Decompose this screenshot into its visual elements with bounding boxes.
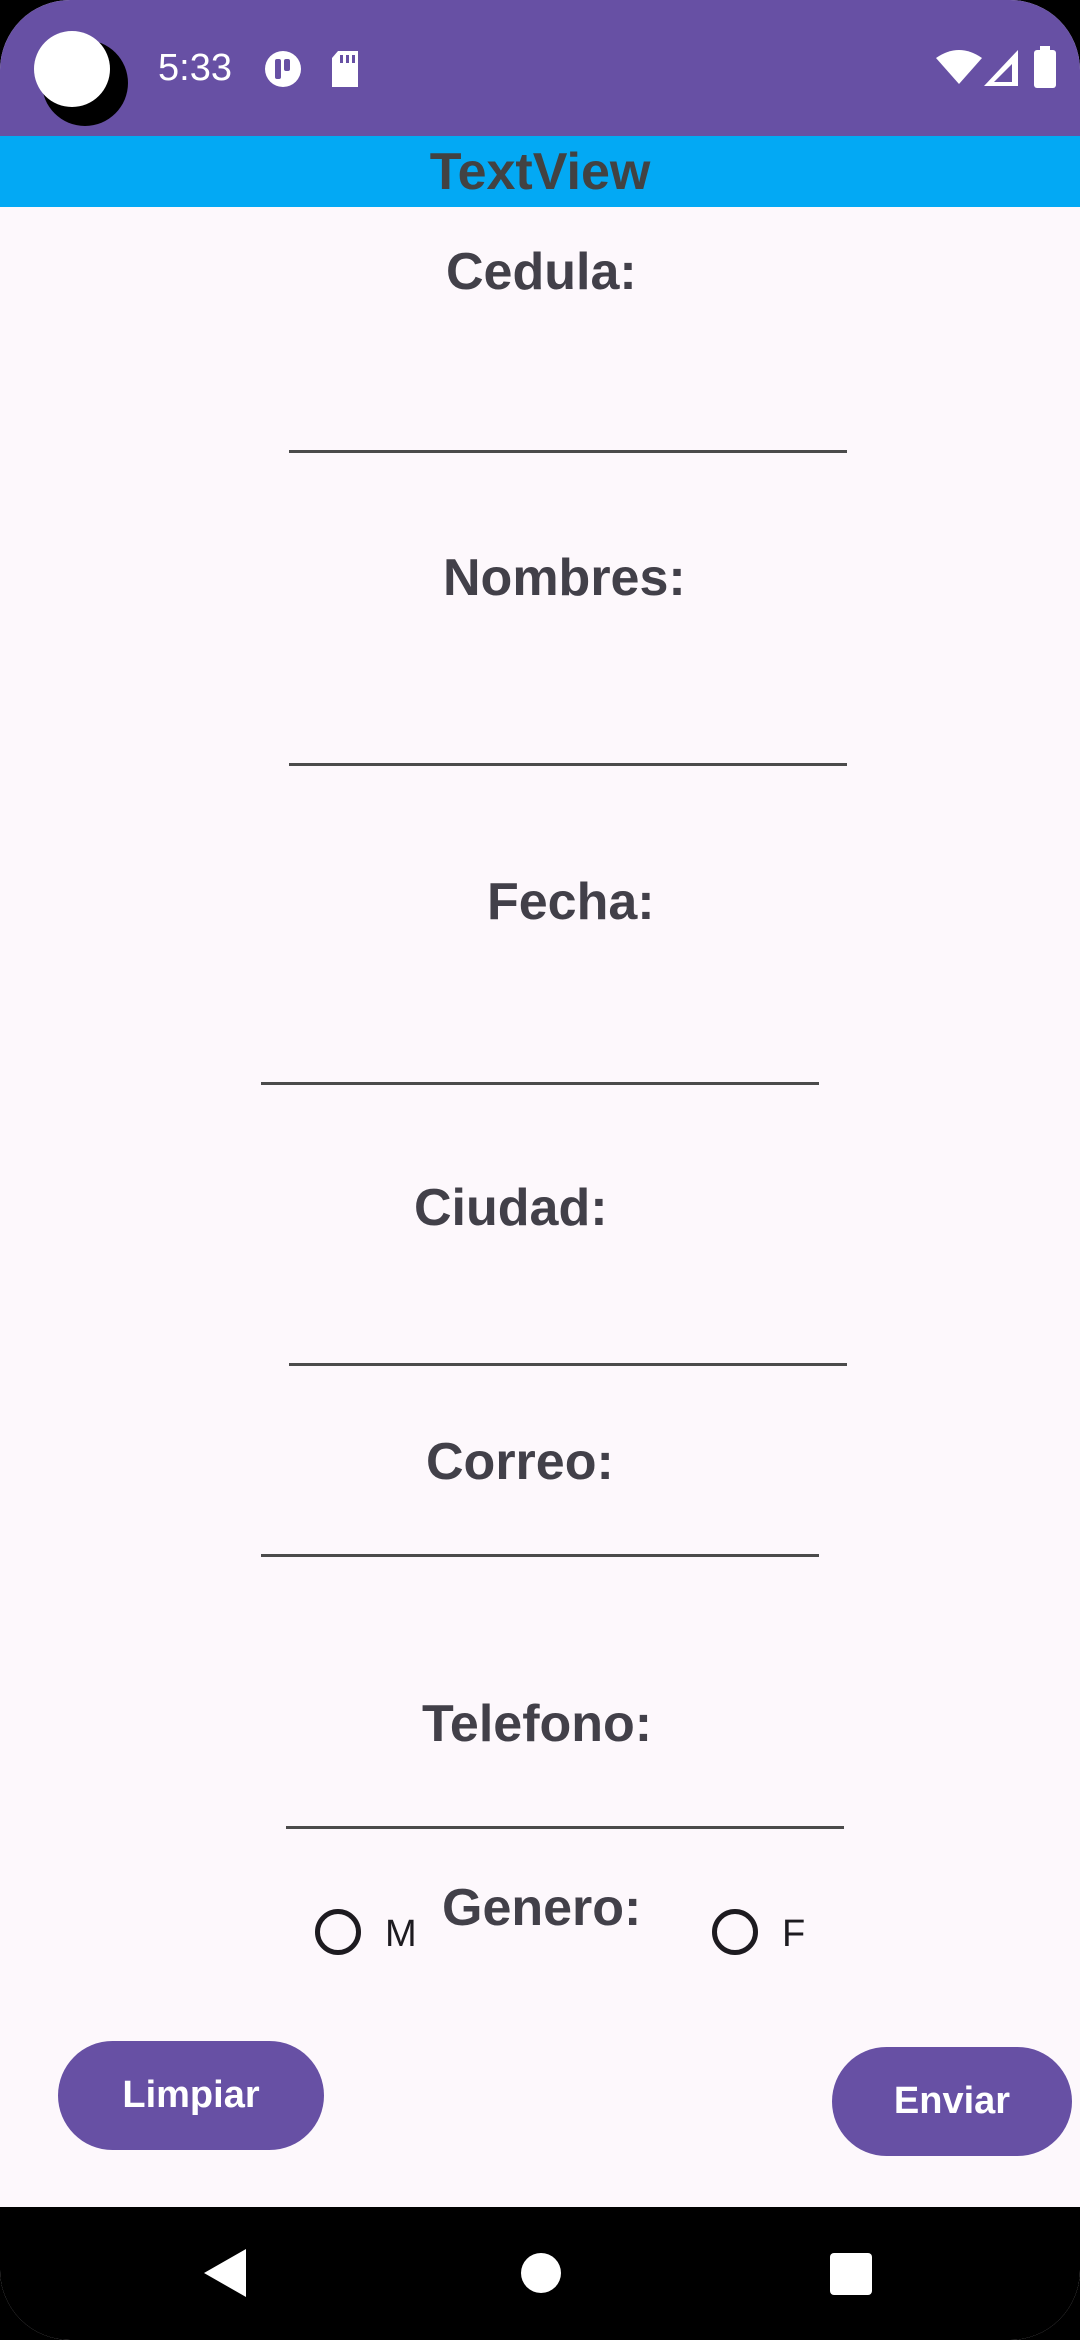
notification-icon	[265, 51, 301, 87]
nombres-field[interactable]	[289, 703, 847, 766]
clear-button[interactable]: Limpiar	[58, 2041, 324, 2150]
app-bar: TextView	[0, 136, 1080, 207]
wifi-icon	[936, 50, 982, 84]
submit-button[interactable]: Enviar	[832, 2047, 1072, 2156]
app-screen: 5:33 TextView Cedula: Nombres: Fecha: Ci…	[0, 0, 1080, 2340]
recents-icon[interactable]	[830, 2253, 872, 2295]
gender-m-label: M	[385, 1913, 417, 1955]
cedula-field[interactable]	[289, 390, 847, 453]
sd-card-icon	[332, 51, 358, 87]
telefono-label: Telefono:	[422, 1695, 653, 1753]
ciudad-label: Ciudad:	[414, 1179, 608, 1237]
status-bar: 5:33	[0, 0, 1080, 136]
navigation-bar	[0, 2207, 1080, 2340]
cedula-label: Cedula:	[446, 243, 637, 301]
correo-label: Correo:	[426, 1433, 614, 1491]
camera-cutout-icon	[34, 31, 110, 107]
gender-radio-f[interactable]	[712, 1909, 758, 1955]
correo-field[interactable]	[261, 1494, 819, 1557]
genero-label: Genero:	[442, 1879, 642, 1937]
fecha-label: Fecha:	[487, 873, 655, 931]
ciudad-field[interactable]	[289, 1303, 847, 1366]
back-icon[interactable]	[200, 2247, 250, 2299]
cell-signal-icon	[984, 50, 1018, 86]
home-icon[interactable]	[520, 2252, 562, 2294]
gender-radio-m[interactable]	[315, 1909, 361, 1955]
telefono-field[interactable]	[286, 1766, 844, 1829]
battery-icon	[1034, 46, 1056, 88]
fecha-field[interactable]	[261, 1022, 819, 1085]
gender-f-label: F	[782, 1913, 806, 1955]
nombres-label: Nombres:	[443, 549, 686, 607]
app-title: TextView	[429, 143, 651, 201]
status-time: 5:33	[158, 47, 232, 89]
